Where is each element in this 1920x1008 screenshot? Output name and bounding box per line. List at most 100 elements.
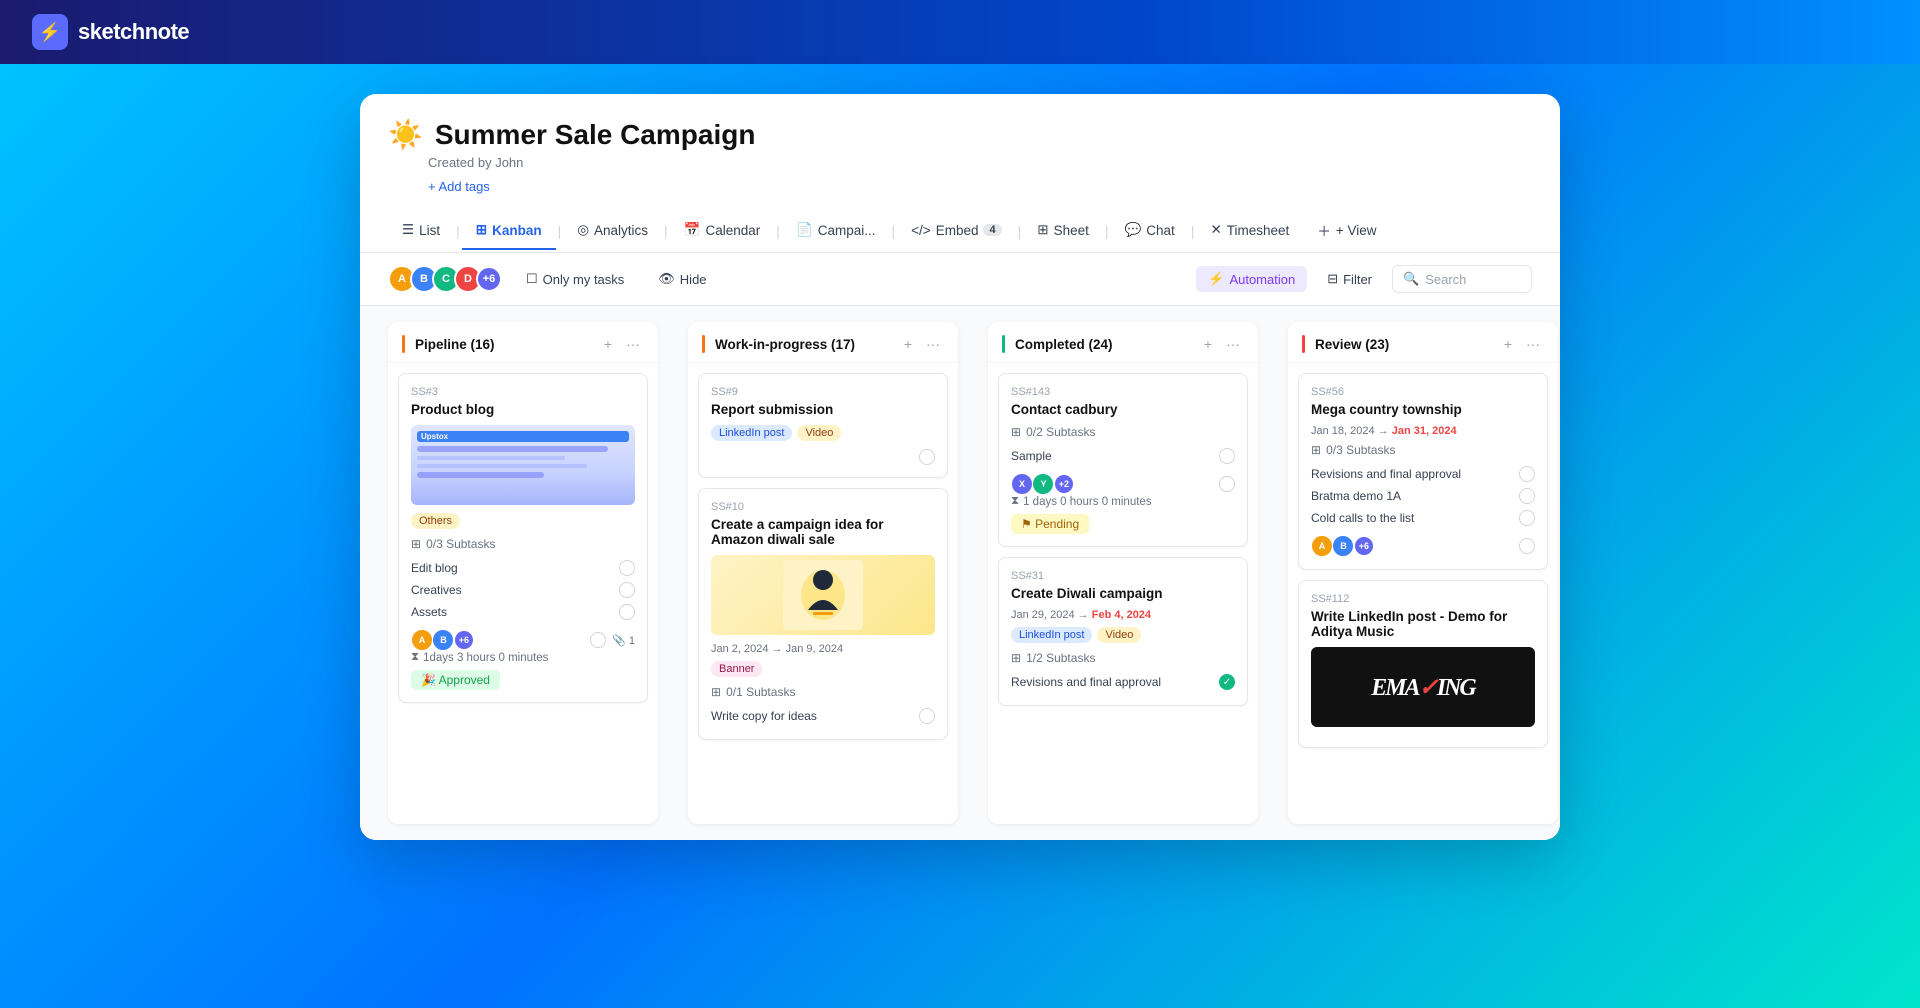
card-bottom-ss3: A B +6 📎 1 xyxy=(411,629,635,651)
col-wip-more[interactable]: ··· xyxy=(922,334,944,354)
column-completed: Completed (24) + ··· SS#143 Contact cadb… xyxy=(988,322,1258,824)
timer-icon: ⧗ xyxy=(411,651,419,664)
add-tags-link[interactable]: + Add tags xyxy=(428,179,490,194)
subtask-checkbox[interactable] xyxy=(1519,510,1535,526)
card-ss56: SS#56 Mega country township Jan 18, 2024… xyxy=(1298,373,1548,570)
project-title: Summer Sale Campaign xyxy=(435,119,756,151)
card-id: SS#31 xyxy=(1011,570,1235,582)
card-title: Report submission xyxy=(711,402,935,417)
filter-button[interactable]: ⊟ Filter xyxy=(1317,266,1382,292)
list-icon: ☰ xyxy=(402,222,414,238)
column-wip-title: Work-in-progress (17) xyxy=(715,337,855,352)
col-wip-add[interactable]: + xyxy=(900,334,916,354)
column-wip-header: Work-in-progress (17) + ··· xyxy=(688,322,958,363)
logo-icon: ⚡ xyxy=(32,14,68,50)
tab-add-view[interactable]: ＋ + View xyxy=(1303,210,1390,252)
top-bar: ⚡ sketchnote xyxy=(0,0,1920,64)
column-pipeline-header: Pipeline (16) + ··· xyxy=(388,322,658,363)
card-subtasks-ss10: ⊞ 0/1 Subtasks xyxy=(711,685,935,699)
embed-badge: 4 xyxy=(983,224,1001,236)
card-thumb-ss3: Upstox xyxy=(411,425,635,505)
search-box[interactable]: 🔍 Search xyxy=(1392,265,1532,293)
subtask-checkbox[interactable] xyxy=(619,582,635,598)
hide-button[interactable]: 👁 Hide xyxy=(648,266,716,292)
subtask-checkbox[interactable] xyxy=(619,604,635,620)
subtask-checkbox[interactable] xyxy=(1519,466,1535,482)
col-completed-add[interactable]: + xyxy=(1200,334,1216,354)
avatar-overflow-count[interactable]: +6 xyxy=(476,266,502,292)
subtask-checkbox-checked[interactable]: ✓ xyxy=(1219,674,1235,690)
nav-tabs: ☰ List | ⊞ Kanban | ◎ Analytics | 📅 Cale… xyxy=(388,210,1532,252)
subtask-row: Revisions and final approval ✓ xyxy=(1011,671,1235,693)
card-id: SS#112 xyxy=(1311,593,1535,605)
tab-list[interactable]: ☰ List xyxy=(388,212,454,250)
subtask-row: Creatives xyxy=(411,579,635,601)
col-review-more[interactable]: ··· xyxy=(1522,334,1544,354)
column-completed-header: Completed (24) + ··· xyxy=(988,322,1258,363)
project-title-row: ☀️ Summer Sale Campaign xyxy=(388,118,1532,151)
col-completed-more[interactable]: ··· xyxy=(1222,334,1244,354)
column-pipeline-title: Pipeline (16) xyxy=(415,337,495,352)
timesheet-icon: ✕ xyxy=(1210,222,1221,238)
campaign-illustration xyxy=(783,560,863,630)
card-ss10: SS#10 Create a campaign idea for Amazon … xyxy=(698,488,948,740)
card-checkbox-main[interactable] xyxy=(590,632,606,648)
card-dates-ss10: Jan 2, 2024 → Jan 9, 2024 xyxy=(711,643,935,655)
only-my-tasks-button[interactable]: ☐ Only my tasks xyxy=(516,266,634,292)
column-review: Review (23) + ··· SS#56 Mega country tow… xyxy=(1288,322,1558,824)
column-review-title: Review (23) xyxy=(1315,337,1389,352)
column-wip: Work-in-progress (17) + ··· SS#9 Report … xyxy=(688,322,958,824)
card-ss143: SS#143 Contact cadbury ⊞ 0/2 Subtasks Sa… xyxy=(998,373,1248,547)
tab-chat[interactable]: 💬 Chat xyxy=(1110,212,1188,250)
subtask-checkbox[interactable] xyxy=(1519,488,1535,504)
col-accent-pipeline xyxy=(402,335,405,353)
tab-embed[interactable]: </> Embed 4 xyxy=(897,213,1015,250)
subtask-row: Cold calls to the list xyxy=(1311,507,1535,529)
col-accent-wip xyxy=(702,335,705,353)
main-container: ☀️ Summer Sale Campaign Created by John … xyxy=(360,94,1560,840)
card-title: Product blog xyxy=(411,402,635,417)
search-icon: 🔍 xyxy=(1403,271,1419,287)
card-checkbox-ss143[interactable] xyxy=(1219,476,1235,492)
card-bottom-ss56: A B +6 xyxy=(1311,535,1535,557)
card-subtasks-ss3: ⊞ 0/3 Subtasks xyxy=(411,537,635,551)
tab-sheet[interactable]: ⊞ Sheet xyxy=(1023,212,1103,250)
card-tags-ss31: LinkedIn post Video xyxy=(1011,627,1235,643)
project-header: ☀️ Summer Sale Campaign Created by John … xyxy=(360,94,1560,253)
subtask-checkbox[interactable] xyxy=(919,708,935,724)
subtask-checkbox[interactable] xyxy=(1219,448,1235,464)
card-dates-ss31: Jan 29, 2024 → Feb 4, 2024 xyxy=(1011,609,1235,621)
card-checkbox-ss56[interactable] xyxy=(1519,538,1535,554)
automation-icon: ⚡ xyxy=(1208,271,1224,287)
col-pipeline-more[interactable]: ··· xyxy=(622,334,644,354)
tab-kanban[interactable]: ⊞ Kanban xyxy=(462,212,556,250)
card-tags-ss9: LinkedIn post Video xyxy=(711,425,935,441)
card-tags-ss10: Banner xyxy=(711,661,935,677)
column-completed-title: Completed (24) xyxy=(1015,337,1113,352)
tag-others: Others xyxy=(411,513,460,529)
automation-button[interactable]: ⚡ Automation xyxy=(1196,266,1307,292)
card-thumb-ss112: EMA✓ING xyxy=(1311,647,1535,727)
completed-cards: SS#143 Contact cadbury ⊞ 0/2 Subtasks Sa… xyxy=(988,363,1258,824)
app-name: sketchnote xyxy=(78,19,189,45)
subtask-row: Edit blog xyxy=(411,557,635,579)
col-accent-review xyxy=(1302,335,1305,353)
card-id: SS#10 xyxy=(711,501,935,513)
subtask-row: Assets xyxy=(411,601,635,623)
card-title: Create Diwali campaign xyxy=(1011,586,1235,601)
tab-timesheet[interactable]: ✕ Timesheet xyxy=(1196,212,1303,250)
tab-campaign[interactable]: 📄 Campai... xyxy=(782,212,890,250)
subtask-row: Revisions and final approval xyxy=(1311,463,1535,485)
tab-analytics[interactable]: ◎ Analytics xyxy=(563,212,662,250)
subtask-checkbox[interactable] xyxy=(619,560,635,576)
tab-calendar[interactable]: 📅 Calendar xyxy=(670,212,775,250)
status-badge-ss143: ⚑ Pending xyxy=(1011,514,1089,534)
card-avatars: A B +6 xyxy=(1311,535,1374,557)
card-checkbox-ss9[interactable] xyxy=(919,449,935,465)
col-pipeline-add[interactable]: + xyxy=(600,334,616,354)
card-dates-ss56: Jan 18, 2024 → Jan 31, 2024 xyxy=(1311,425,1535,437)
col-review-add[interactable]: + xyxy=(1500,334,1516,354)
tag-linkedin: LinkedIn post xyxy=(1011,627,1092,643)
card-title: Mega country township xyxy=(1311,402,1535,417)
card-thumb-ss10 xyxy=(711,555,935,635)
